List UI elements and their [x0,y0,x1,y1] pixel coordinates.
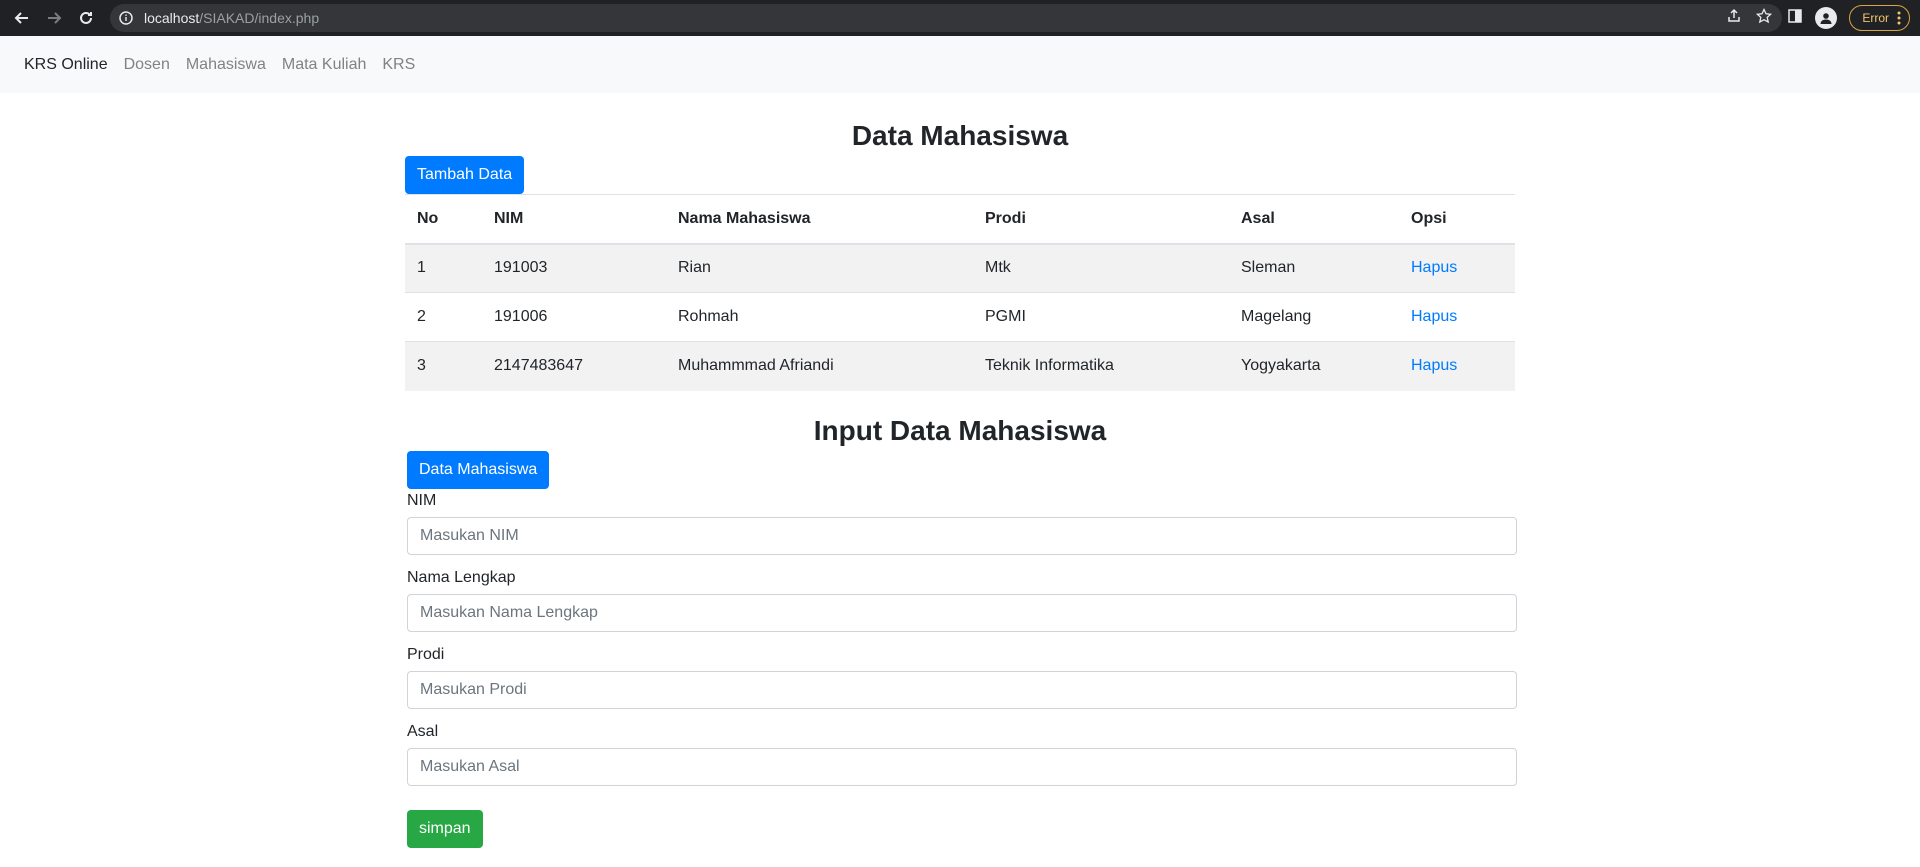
table-row: 3 2147483647 Muhammmad Afriandi Teknik I… [405,341,1515,391]
data-section-title: Data Mahasiswa [851,120,1069,151]
nim-input[interactable] [407,516,1517,555]
browser-toolbar: localhost/SIAKAD/index.php Error [0,0,1920,36]
cell-prodi: Teknik Informatika [973,341,1229,391]
column-header: Prodi [973,194,1229,245]
data-mahasiswa-button[interactable]: Data Mahasiswa [407,450,550,489]
form-group-nama: Nama Lengkap [405,568,1517,632]
column-header: NIM [482,194,666,245]
delete-link[interactable]: Hapus [1411,308,1457,325]
cell-no: 2 [405,292,482,342]
cell-prodi: PGMI [973,292,1229,342]
cell-opsi: Hapus [1399,292,1515,342]
simpan-button[interactable]: simpan [407,809,483,848]
table-header-row: No NIM Nama Mahasiswa Prodi Asal Opsi [405,194,1515,245]
table-row: 2 191006 Rohmah PGMI Magelang Hapus [405,292,1515,342]
mahasiswa-table: No NIM Nama Mahasiswa Prodi Asal Opsi 1 … [405,194,1515,391]
form-group-nim: NIM [405,491,1517,555]
column-header: Nama Mahasiswa [666,194,973,245]
nav-link-dosen[interactable]: Dosen [124,56,170,74]
cell-no: 3 [405,341,482,391]
share-icon[interactable] [1726,8,1742,29]
cell-asal: Sleman [1229,243,1399,293]
site-info-icon[interactable] [118,10,134,26]
cell-asal: Yogyakarta [1229,341,1399,391]
url-path: /SIAKAD/index.php [199,10,320,26]
nav-link-mata-kuliah[interactable]: Mata Kuliah [282,56,367,74]
column-header: Asal [1229,194,1399,245]
main-container: Data Mahasiswa Tambah Data No NIM Nama M… [405,93,1517,848]
url-host: localhost [144,10,200,26]
cell-nim: 2147483647 [482,341,666,391]
cell-nama: Muhammmad Afriandi [666,341,973,391]
nav-link-krs[interactable]: KRS [382,56,415,74]
input-section-title: Input Data Mahasiswa [813,414,1107,446]
forward-arrow-icon[interactable] [42,6,66,30]
column-header: No [405,194,482,245]
form-group-asal: Asal [405,722,1517,786]
cell-nim: 191003 [482,243,666,293]
profile-avatar-icon[interactable] [1815,7,1838,29]
table-row: 1 191003 Rian Mtk Sleman Hapus [405,243,1515,293]
asal-input[interactable] [407,747,1517,786]
delete-link[interactable]: Hapus [1411,259,1457,276]
add-data-button[interactable]: Tambah Data [405,156,525,194]
prodi-input[interactable] [407,670,1517,709]
url-text[interactable]: localhost/SIAKAD/index.php [144,10,319,26]
column-header: Opsi [1399,194,1515,245]
kebab-menu-icon [1897,11,1901,25]
delete-link[interactable]: Hapus [1411,357,1457,374]
cell-asal: Magelang [1229,292,1399,342]
prodi-label: Prodi [407,645,445,663]
form-group-prodi: Prodi [405,645,1517,709]
bookmark-star-icon[interactable] [1755,7,1773,29]
cell-nama: Rian [666,243,973,293]
top-navbar: KRS Online Dosen Mahasiswa Mata Kuliah K… [0,36,1920,93]
nim-label: NIM [407,491,437,509]
cell-opsi: Hapus [1399,341,1515,391]
error-label: Error [1862,11,1889,25]
cell-no: 1 [405,243,482,293]
side-panel-icon[interactable] [1787,8,1803,29]
cell-nim: 191006 [482,292,666,342]
reload-icon[interactable] [74,6,98,30]
nama-lengkap-input[interactable] [407,593,1517,632]
address-bar[interactable]: localhost/SIAKAD/index.php [110,4,1782,32]
cell-nama: Rohmah [666,292,973,342]
cell-opsi: Hapus [1399,243,1515,293]
back-arrow-icon[interactable] [10,6,34,30]
cell-prodi: Mtk [973,243,1229,293]
input-form: NIM Nama Lengkap Prodi Asal simpan [405,491,1517,848]
asal-label: Asal [407,722,439,740]
error-menu-button[interactable]: Error [1849,5,1910,31]
navbar-brand[interactable]: KRS Online [24,56,108,74]
nama-lengkap-label: Nama Lengkap [407,568,516,586]
nav-link-mahasiswa[interactable]: Mahasiswa [186,56,266,74]
